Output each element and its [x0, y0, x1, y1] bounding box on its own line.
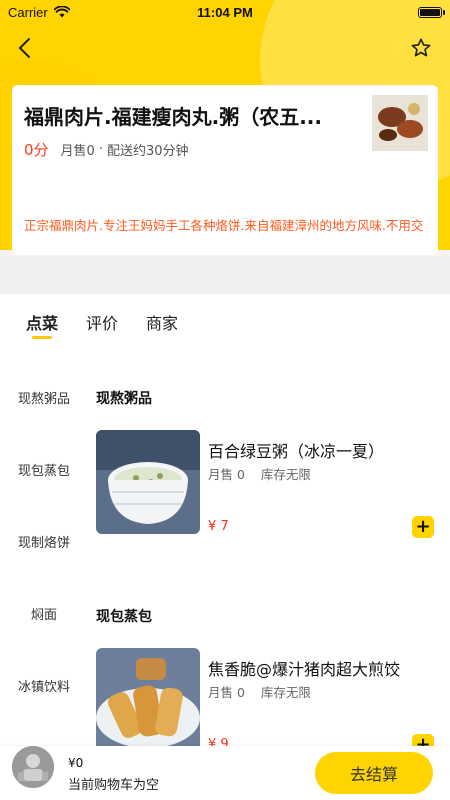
- checkout-button[interactable]: 去结算: [315, 752, 433, 794]
- category-item[interactable]: 现制烙饼: [0, 532, 88, 551]
- item-price: ¥ 7: [208, 519, 229, 534]
- tab-order[interactable]: 点菜: [26, 310, 58, 334]
- meta-separator: ·: [98, 142, 103, 157]
- category-item[interactable]: 焖面: [0, 604, 88, 623]
- item-meta: 月售 0 库存无限: [208, 464, 323, 483]
- category-item[interactable]: 现包蒸包: [0, 460, 88, 479]
- shop-score: 0分: [24, 141, 49, 159]
- clock: 11:04 PM: [197, 4, 253, 20]
- shop-notice: 正宗福鼎肉片.专注王妈妈手工各种烙饼.来自福建漳州的地方风味.不用交: [24, 218, 424, 233]
- porridge-photo: [96, 430, 200, 534]
- active-tab-indicator: [32, 336, 52, 339]
- cart-bar: ¥0 当前购物车为空 去结算: [0, 744, 450, 800]
- cart-amount: ¥0: [68, 756, 84, 770]
- favorite-button[interactable]: [408, 34, 434, 62]
- nav-bar: [0, 34, 450, 64]
- divider-band: [0, 256, 450, 294]
- carrier-label: Carrier: [8, 4, 48, 20]
- dumpling-photo: [96, 648, 200, 752]
- item-name: 焦香脆@爆汁猪肉超大煎饺: [208, 660, 401, 679]
- shop-page: Carrier 11:04 PM 福鼎肉片.福建瘦肉丸.粥（农五... 0分 月…: [0, 0, 450, 800]
- status-bar: Carrier 11:04 PM: [0, 0, 450, 24]
- tab-reviews[interactable]: 评价: [86, 310, 118, 334]
- item-image[interactable]: [96, 430, 200, 534]
- menu-content: 现熬粥品 现包蒸包 现制烙饼 焖面 冰镇饮料 现熬粥品 百合绿豆粥（冰凉一夏）: [0, 348, 450, 800]
- cart-icon[interactable]: [10, 744, 56, 790]
- section-title: 现熬粥品: [96, 391, 152, 407]
- battery-icon: [418, 6, 445, 18]
- category-item[interactable]: 现熬粥品: [0, 388, 88, 407]
- tab-merchant[interactable]: 商家: [146, 310, 178, 334]
- cart-status: 当前购物车为空: [68, 778, 160, 793]
- add-to-cart-button[interactable]: +: [412, 516, 434, 538]
- shop-meta: 0分 月售0 · 配送约30分钟: [24, 139, 189, 160]
- shop-title: 福鼎肉片.福建瘦肉丸.粥（农五...: [24, 105, 322, 129]
- item-stock: 库存无限: [260, 685, 311, 700]
- back-button[interactable]: [12, 34, 36, 62]
- shop-sales: 月售0: [60, 144, 95, 159]
- shop-thumbnail[interactable]: [372, 95, 428, 151]
- shop-delivery: 配送约30分钟: [106, 144, 189, 159]
- cart-icon-image: [12, 746, 54, 788]
- star-icon: [411, 38, 431, 57]
- carrier-group: Carrier: [8, 5, 70, 20]
- item-meta: 月售 0 库存无限: [208, 682, 323, 701]
- tab-bar: 点菜 评价 商家: [0, 294, 450, 348]
- shop-info-card: 福鼎肉片.福建瘦肉丸.粥（农五... 0分 月售0 · 配送约30分钟 正宗福鼎…: [12, 85, 438, 255]
- section-title: 现包蒸包: [96, 609, 152, 625]
- item-stock: 库存无限: [260, 467, 311, 482]
- item-image[interactable]: [96, 648, 200, 752]
- chevron-left-icon: [19, 38, 30, 58]
- item-sales: 月售 0: [208, 685, 245, 700]
- wifi-icon: [53, 6, 70, 18]
- food-photo: [372, 95, 428, 151]
- item-name: 百合绿豆粥（冰凉一夏）: [208, 442, 385, 461]
- plus-icon: +: [415, 516, 431, 537]
- item-sales: 月售 0: [208, 467, 245, 482]
- category-item[interactable]: 冰镇饮料: [0, 676, 88, 695]
